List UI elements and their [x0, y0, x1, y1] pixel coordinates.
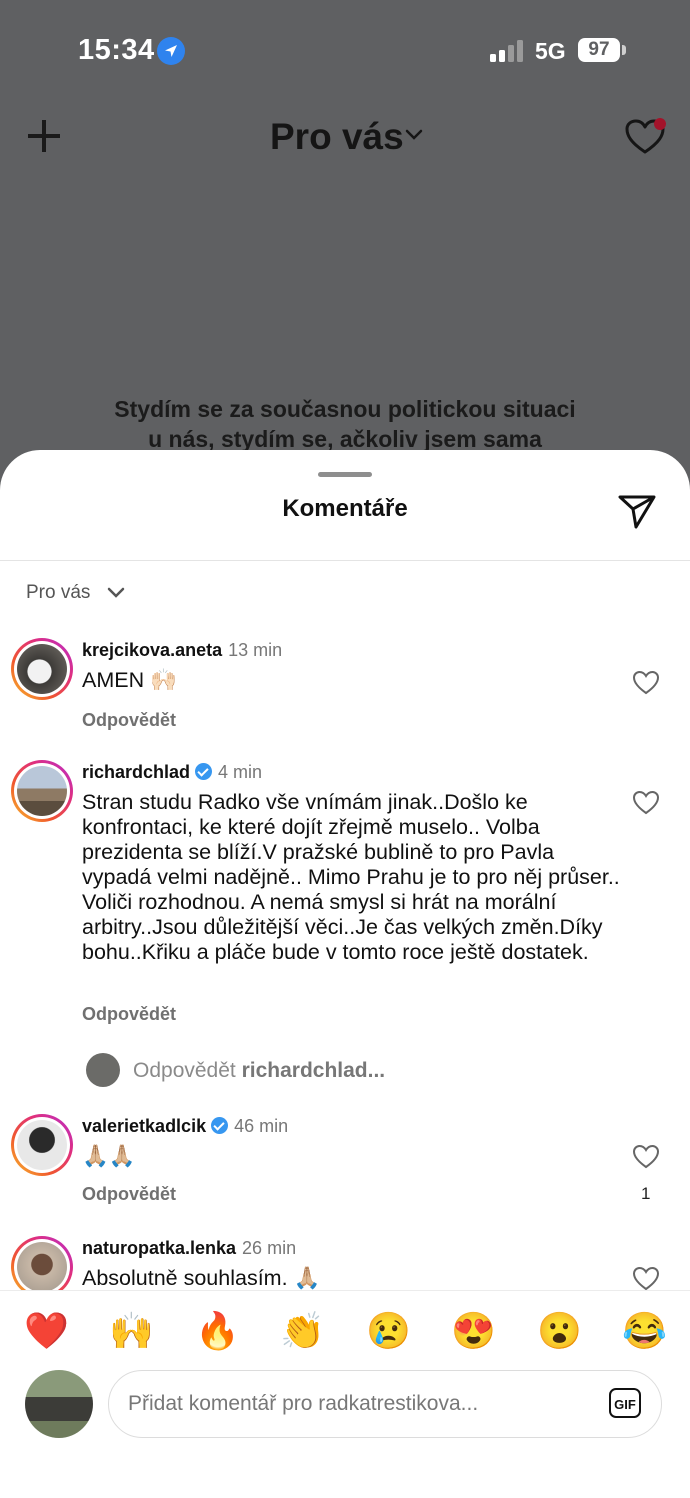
verified-badge-icon	[211, 1117, 229, 1134]
comment-input-placeholder: Přidat komentář pro radkatrestikova...	[128, 1392, 479, 1415]
clapping-emoji-button[interactable]: 👏	[280, 1309, 325, 1353]
fire-emoji-button[interactable]: 🔥	[195, 1309, 240, 1353]
avatar[interactable]	[11, 760, 73, 822]
network-type: 5G	[535, 38, 566, 64]
reply-prompt-prefix: Odpovědět	[133, 1059, 236, 1082]
chevron-down-icon[interactable]	[404, 128, 424, 142]
comment-username[interactable]: valerietkadlcik	[82, 1116, 206, 1136]
heart-icon[interactable]	[632, 1266, 660, 1292]
comment-text: Stran studu Radko vše vnímám jinak..Došl…	[82, 790, 620, 964]
status-bar: 15:34 5G 97	[0, 0, 690, 100]
comment-time: 13 min	[228, 640, 283, 660]
verified-badge-icon	[195, 763, 213, 780]
reply-button[interactable]: Odpovědět	[82, 710, 176, 731]
reply-button[interactable]: Odpovědět	[82, 1184, 176, 1205]
feed-title[interactable]: Pro vás	[270, 116, 404, 158]
heart-icon[interactable]	[632, 1144, 660, 1170]
signal-icon	[490, 40, 523, 62]
avatar[interactable]	[11, 638, 73, 700]
comment-time: 46 min	[234, 1116, 289, 1136]
avatar[interactable]	[11, 1114, 73, 1176]
location-arrow-icon	[157, 37, 185, 65]
comment-time: 4 min	[218, 762, 263, 782]
create-post-plus-icon[interactable]	[26, 118, 62, 154]
reply-to-prompt[interactable]: Odpovědět richardchlad...	[133, 1059, 385, 1083]
avatar	[86, 1053, 120, 1087]
reply-button[interactable]: Odpovědět	[82, 1004, 176, 1025]
laughing-emoji-button[interactable]: 😂	[622, 1309, 667, 1353]
comments-sheet: Komentáře Pro vás krejcikova.aneta 13 min…	[0, 450, 690, 1498]
reply-prompt-target: richardchlad...	[241, 1059, 386, 1082]
heart-eyes-emoji-button[interactable]: 😍	[451, 1309, 496, 1353]
avatar[interactable]	[11, 1236, 73, 1298]
avatar	[25, 1370, 93, 1438]
comment-username[interactable]: richardchlad	[82, 762, 190, 782]
battery-tip	[622, 45, 626, 55]
heart-icon[interactable]	[632, 790, 660, 816]
comment-text: Absolutně souhlasím. 🙏🏼	[82, 1266, 321, 1290]
comment-text: AMEN 🙌🏻	[82, 668, 177, 692]
like-count: 1	[641, 1184, 651, 1203]
raised-hands-emoji-button[interactable]: 🙌	[109, 1309, 154, 1353]
share-paper-plane-icon[interactable]	[616, 491, 658, 531]
comment-time: 26 min	[242, 1238, 297, 1258]
sort-dropdown[interactable]: Pro vás	[26, 582, 90, 604]
status-time: 15:34	[78, 34, 155, 66]
comment-text: 🙏🏼🙏🏼	[82, 1144, 136, 1168]
surprised-emoji-button[interactable]: 😮	[537, 1309, 582, 1353]
sheet-grabber[interactable]	[318, 472, 372, 477]
post-caption-line1: Stydím se za současnou politickou situac…	[114, 396, 576, 422]
post-caption: Stydím se za současnou politickou situac…	[0, 394, 690, 454]
battery-icon: 97	[578, 38, 620, 62]
comment-composer: Přidat komentář pro radkatrestikova... G…	[0, 1370, 690, 1498]
crying-emoji-button[interactable]: 😢	[366, 1309, 411, 1353]
notification-dot	[654, 118, 666, 130]
divider	[0, 560, 690, 561]
comment-username[interactable]: naturopatka.lenka	[82, 1238, 236, 1258]
chevron-down-icon[interactable]	[106, 586, 126, 600]
comment-input[interactable]: Přidat komentář pro radkatrestikova... G…	[108, 1370, 662, 1438]
heart-emoji-button[interactable]: ❤️	[24, 1309, 69, 1353]
heart-icon[interactable]	[632, 670, 660, 696]
gif-button[interactable]: GIF	[609, 1388, 641, 1418]
comment-username[interactable]: krejcikova.aneta	[82, 640, 222, 660]
sheet-title: Komentáře	[282, 495, 408, 522]
quick-reactions-bar: ❤️ 🙌 🔥 👏 😢 😍 😮 😂	[0, 1290, 690, 1371]
